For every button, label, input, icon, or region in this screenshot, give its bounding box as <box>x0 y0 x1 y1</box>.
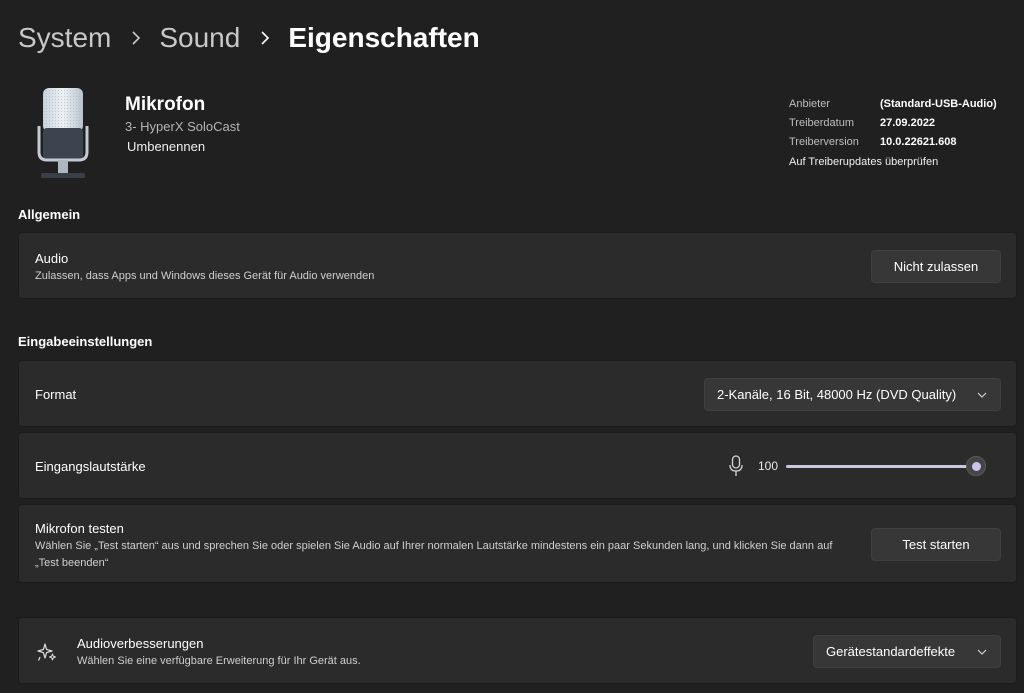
page-title: Eigenschaften <box>288 22 480 53</box>
property-label: Anbieter <box>789 98 830 110</box>
property-row-vendor: Anbieter (Standard-USB-Audio) <box>789 95 997 114</box>
property-row-driver-date: Treiberdatum 27.09.2022 <box>789 114 997 133</box>
property-value: 27.09.2022 <box>880 117 936 129</box>
microphone-test-card: Mikrofon testen Wählen Sie „Test starten… <box>18 504 1017 583</box>
microphone-icon <box>37 88 89 178</box>
input-volume-card: Eingangslautstärke 100 <box>18 432 1017 499</box>
format-dropdown[interactable]: 2-Kanäle, 16 Bit, 48000 Hz (DVD Quality) <box>704 378 1001 411</box>
microphone-test-description: Wählen Sie „Test starten“ aus und sprech… <box>35 540 833 569</box>
section-title-general: Allgemein <box>18 207 81 222</box>
slider-thumb-dot <box>972 462 981 471</box>
property-label: Treiberversion <box>789 136 859 148</box>
property-value: (Standard-USB-Audio) <box>880 98 997 110</box>
breadcrumb-sound[interactable]: Sound <box>159 22 240 54</box>
device-subtitle: 3- HyperX SoloCast <box>125 119 240 134</box>
driver-properties: Anbieter (Standard-USB-Audio) Treiberdat… <box>789 95 997 172</box>
disallow-audio-button[interactable]: Nicht zulassen <box>871 250 1001 283</box>
device-name: Mikrofon <box>125 94 206 115</box>
audio-title: Audio <box>35 251 69 266</box>
property-value: 10.0.22621.608 <box>880 136 957 148</box>
audio-enhancements-title: Audioverbesserungen <box>77 636 204 651</box>
chevron-right-icon <box>130 31 142 45</box>
microphone-icon[interactable] <box>728 455 744 477</box>
audio-enhancements-dropdown[interactable]: Gerätestandardeffekte <box>813 635 1001 668</box>
input-volume-control: 100 <box>728 455 1000 477</box>
audio-enhancements-card: Audioverbesserungen Wählen Sie eine verf… <box>18 617 1017 684</box>
input-volume-slider-track[interactable] <box>786 465 976 468</box>
property-label: Treiberdatum <box>789 117 855 129</box>
sparkle-icon <box>37 643 56 661</box>
input-volume-slider-thumb[interactable] <box>966 456 986 476</box>
microphone-test-title: Mikrofon testen <box>35 521 124 536</box>
breadcrumb: System Sound Eigenschaften <box>18 18 480 58</box>
check-driver-updates-link[interactable]: Auf Treiberupdates überprüfen <box>789 153 997 172</box>
chevron-down-icon <box>977 392 987 398</box>
format-card: Format 2-Kanäle, 16 Bit, 48000 Hz (DVD Q… <box>18 360 1017 427</box>
input-volume-title: Eingangslautstärke <box>35 459 146 474</box>
audio-enhancements-selected-value: Gerätestandardeffekte <box>826 644 956 659</box>
chevron-right-icon <box>259 31 271 45</box>
format-title: Format <box>35 387 77 402</box>
property-row-driver-version: Treiberversion 10.0.22621.608 <box>789 133 997 152</box>
chevron-down-icon <box>977 649 987 655</box>
section-title-input: Eingabeeinstellungen <box>18 334 153 349</box>
breadcrumb-system[interactable]: System <box>18 22 111 54</box>
audio-card: Audio Zulassen, dass Apps und Windows di… <box>18 232 1017 299</box>
audio-description: Zulassen, dass Apps und Windows dieses G… <box>35 270 375 282</box>
audio-enhancements-description: Wählen Sie eine verfügbare Erweiterung f… <box>77 655 361 667</box>
rename-link[interactable]: Umbenennen <box>127 139 205 154</box>
input-volume-value: 100 <box>758 459 779 473</box>
start-test-button[interactable]: Test starten <box>871 528 1001 561</box>
format-selected-value: 2-Kanäle, 16 Bit, 48000 Hz (DVD Quality) <box>717 387 957 402</box>
